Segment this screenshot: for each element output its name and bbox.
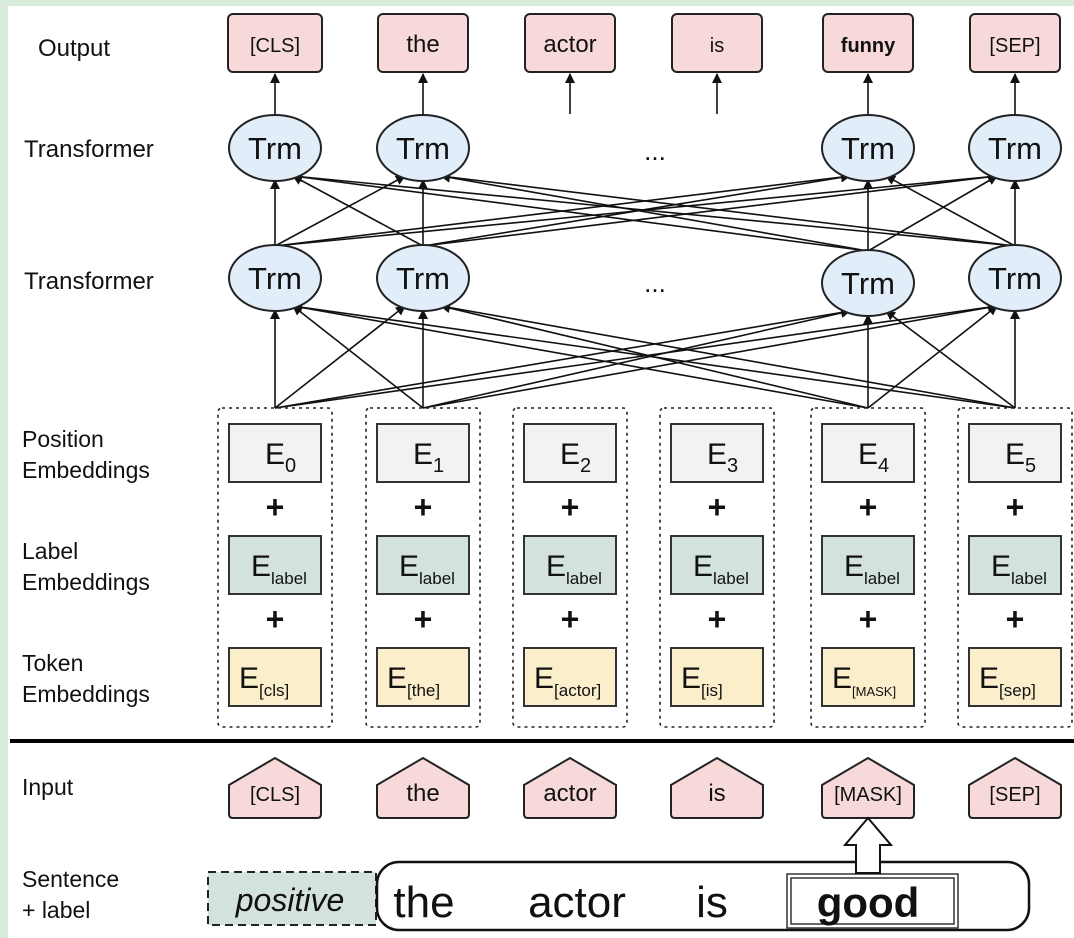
embedding-subscript: [cls] — [259, 681, 289, 700]
embedding-base: E — [1005, 438, 1025, 471]
embedding-base: E — [693, 550, 713, 583]
embedding-base: E — [844, 550, 864, 583]
ellipsis-mid: ... — [644, 268, 666, 298]
embedding-subscript: 5 — [1025, 455, 1036, 477]
embedding-base: E — [681, 662, 701, 695]
embedding-base: E — [560, 438, 580, 471]
output-token-4: funny — [841, 35, 896, 57]
plus-sign: + — [1006, 489, 1025, 525]
row-label-sentence-1: Sentence — [22, 866, 119, 892]
embedding-subscript: [the] — [407, 681, 440, 700]
embedding-base: E — [387, 662, 407, 695]
ellipsis-top: ... — [644, 136, 666, 166]
row-label-label-2: Embeddings — [22, 569, 150, 595]
plus-sign: + — [414, 601, 433, 637]
row-label-output: Output — [38, 35, 110, 62]
input-token-1: the — [406, 780, 439, 807]
embedding-subscript: label — [271, 569, 307, 588]
trm-label: Trm — [248, 131, 302, 166]
trm-label: Trm — [841, 131, 895, 166]
arrow — [440, 302, 1016, 409]
row-label-position-1: Position — [22, 426, 104, 452]
output-token-3: is — [710, 35, 724, 57]
row-label-transformer-mid: Transformer — [24, 268, 154, 295]
plus-sign: + — [414, 489, 433, 525]
plus-sign: + — [708, 489, 727, 525]
embedding-subscript: [actor] — [554, 681, 601, 700]
embedding-subscript: 2 — [580, 455, 591, 477]
bert-diagram: [CLS] the actor is funny [SEP] Trm Trm Trm Trm Trm… — [10, 13, 1074, 932]
embedding-base: E — [832, 662, 852, 695]
plus-sign: + — [561, 489, 580, 525]
embedding-base: E — [399, 550, 419, 583]
trm-label: Trm — [248, 261, 302, 296]
embedding-subscript: [sep] — [999, 681, 1036, 700]
embedding-base: E — [239, 662, 259, 695]
embedding-base: E — [265, 438, 285, 471]
trm-label: Trm — [396, 131, 450, 166]
row-label-token-1: Token — [22, 650, 83, 676]
embedding-base: E — [979, 662, 999, 695]
output-token-5: [SEP] — [989, 35, 1040, 57]
embedding-subscript: 4 — [878, 455, 889, 477]
output-token-0: [CLS] — [250, 35, 300, 57]
embedding-subscript: label — [713, 569, 749, 588]
sentiment-label-text: positive — [235, 882, 345, 918]
embedding-base: E — [546, 550, 566, 583]
embedding-base: E — [413, 438, 433, 471]
sentence-word: is — [696, 878, 728, 927]
plus-sign: + — [708, 601, 727, 637]
sentence-word: the — [393, 878, 454, 927]
trm-label: Trm — [396, 261, 450, 296]
embedding-base: E — [534, 662, 554, 695]
plus-sign: + — [859, 601, 878, 637]
plus-sign: + — [859, 489, 878, 525]
arrow — [885, 310, 1016, 409]
trm-label: Trm — [988, 131, 1042, 166]
input-token-4: [MASK] — [834, 784, 902, 806]
embedding-subscript: label — [1011, 569, 1047, 588]
row-label-input: Input — [22, 774, 74, 800]
embedding-base: E — [991, 550, 1011, 583]
output-token-2: actor — [543, 31, 596, 58]
input-token-5: [SEP] — [989, 784, 1040, 806]
embedding-subscript: 0 — [285, 455, 296, 477]
plus-sign: + — [1006, 601, 1025, 637]
trm-label: Trm — [988, 261, 1042, 296]
row-label-token-2: Embeddings — [22, 681, 150, 707]
plus-sign: + — [266, 489, 285, 525]
trm-label: Trm — [841, 266, 895, 301]
plus-sign: + — [561, 601, 580, 637]
row-label-label-1: Label — [22, 538, 78, 564]
plus-sign: + — [266, 601, 285, 637]
embedding-subscript: 1 — [433, 455, 444, 477]
input-token-2: actor — [543, 780, 596, 807]
arrow — [440, 172, 1016, 247]
embedding-subscript: [MASK] — [852, 684, 896, 699]
embedding-subscript: label — [566, 569, 602, 588]
embedding-subscript: label — [864, 569, 900, 588]
masked-word: good — [817, 879, 920, 926]
sentence-word: actor — [528, 878, 626, 927]
input-token-0: [CLS] — [250, 784, 300, 806]
row-label-transformer-top: Transformer — [24, 136, 154, 163]
embedding-base: E — [858, 438, 878, 471]
row-label-position-2: Embeddings — [22, 457, 150, 483]
embedding-subscript: 3 — [727, 455, 738, 477]
embedding-base: E — [707, 438, 727, 471]
row-label-sentence-2: + label — [22, 897, 90, 923]
diagram-canvas: [CLS] the actor is funny [SEP] Trm Trm Trm Trm Trm… — [0, 0, 1074, 938]
embedding-subscript: label — [419, 569, 455, 588]
embedding-base: E — [251, 550, 271, 583]
arrow — [440, 172, 869, 252]
input-token-3: is — [708, 780, 725, 807]
output-token-1: the — [406, 31, 439, 58]
embedding-subscript: [is] — [701, 681, 723, 700]
